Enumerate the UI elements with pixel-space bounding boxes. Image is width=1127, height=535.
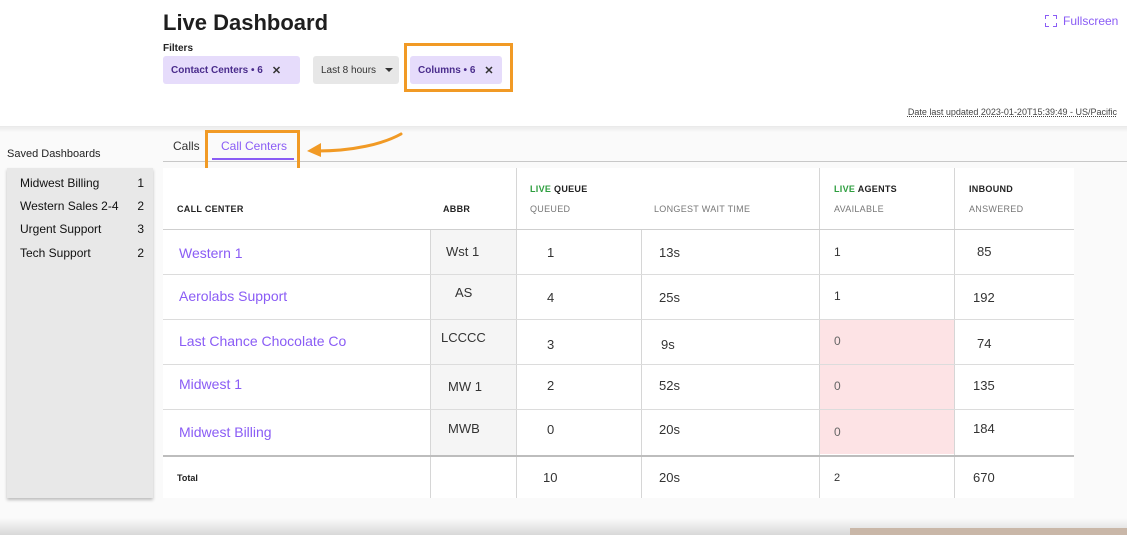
row-divider <box>163 364 1074 365</box>
queued-cell: 4 <box>547 290 555 305</box>
agents-group-label: AGENTS <box>857 184 897 194</box>
call-center-link[interactable]: Aerolabs Support <box>179 288 287 304</box>
call-center-link[interactable]: Midwest 1 <box>179 376 242 392</box>
total-label: Total <box>177 473 198 483</box>
fullscreen-label: Fullscreen <box>1063 14 1119 28</box>
queued-cell: 1 <box>547 245 555 260</box>
sidebar-item-urgent-support[interactable]: Urgent Support 3 <box>20 222 144 236</box>
caret-down-icon <box>385 68 394 72</box>
live-label: LIVE <box>530 184 552 194</box>
saved-dashboards-panel: Midwest Billing 1 Western Sales 2-4 2 Ur… <box>7 168 153 498</box>
fullscreen-button[interactable]: Fullscreen <box>1045 14 1118 28</box>
header-live-agents: LIVE AGENTS <box>834 184 897 194</box>
answered-cell: 85 <box>977 244 992 259</box>
time-range-dropdown[interactable]: Last 8 hours <box>313 56 399 84</box>
answered-cell: 135 <box>973 378 995 393</box>
available-cell: 1 <box>834 245 841 259</box>
total-wait: 20s <box>659 470 680 485</box>
header-shadow <box>0 126 1127 132</box>
row-divider <box>163 274 1074 275</box>
available-cell-warning: 0 <box>834 334 841 348</box>
call-center-link[interactable]: Last Chance Chocolate Co <box>179 333 346 349</box>
tabs-divider <box>163 161 1127 162</box>
queued-cell: 2 <box>547 378 555 393</box>
bottom-edge <box>850 528 1127 535</box>
sidebar-item-label: Midwest Billing <box>20 176 100 190</box>
page-title: Live Dashboard <box>163 10 329 35</box>
last-updated-text: Date last updated 2023-01-20T15:39:49 - … <box>907 107 1117 117</box>
total-answered: 670 <box>973 470 995 485</box>
queued-cell: 0 <box>547 422 555 437</box>
wait-cell: 9s <box>661 337 675 352</box>
row-divider <box>163 319 1074 320</box>
column-divider <box>516 168 517 498</box>
sidebar-item-label: Western Sales 2-4 <box>20 199 119 213</box>
header-inbound: INBOUND <box>969 184 1014 194</box>
row-divider <box>163 229 1074 230</box>
wait-cell: 25s <box>659 290 680 305</box>
sidebar-item-count: 3 <box>137 222 144 236</box>
queued-cell: 3 <box>547 337 555 352</box>
available-cell-warning: 0 <box>834 425 841 439</box>
header: Live Dashboard Filters Contact Centers •… <box>0 0 1127 128</box>
call-center-link[interactable]: Western 1 <box>179 245 243 261</box>
wait-cell: 52s <box>659 378 680 393</box>
header-queued[interactable]: QUEUED <box>530 204 570 214</box>
header-abbr[interactable]: ABBR <box>443 204 470 214</box>
contact-centers-filter-chip[interactable]: Contact Centers • 6 ✕ <box>163 56 300 84</box>
row-divider <box>163 409 1074 410</box>
wait-cell: 20s <box>659 422 680 437</box>
header-call-center[interactable]: CALL CENTER <box>177 204 244 214</box>
columns-highlight-box <box>404 43 513 92</box>
abbr-cell: AS <box>455 285 473 300</box>
available-cell: 1 <box>834 289 841 303</box>
wait-cell: 13s <box>659 245 680 260</box>
tab-calls[interactable]: Calls <box>173 139 200 153</box>
column-divider <box>819 168 820 498</box>
pointer-arrow <box>307 132 403 157</box>
total-available: 2 <box>834 472 841 484</box>
close-icon[interactable]: ✕ <box>272 64 281 77</box>
abbr-cell: LCCCC <box>441 330 486 345</box>
total-divider <box>163 455 1074 457</box>
page: Live Dashboard Filters Contact Centers •… <box>0 0 1127 535</box>
available-cell-warning: 0 <box>834 379 841 393</box>
sidebar-item-label: Urgent Support <box>20 222 102 236</box>
time-range-label: Last 8 hours <box>321 64 377 76</box>
column-divider <box>954 168 955 498</box>
answered-cell: 192 <box>973 290 995 305</box>
fullscreen-icon <box>1045 15 1057 27</box>
answered-cell: 74 <box>977 336 992 351</box>
header-longest-wait[interactable]: LONGEST WAIT TIME <box>654 204 750 214</box>
call-centers-table: CALL CENTER ABBR LIVE QUEUE QUEUED LONGE… <box>163 168 1074 498</box>
sidebar-item-western-sales[interactable]: Western Sales 2-4 2 <box>20 199 144 213</box>
sidebar-item-label: Tech Support <box>20 246 91 260</box>
live-label: LIVE <box>834 184 856 194</box>
header-answered[interactable]: ANSWERED <box>969 204 1023 214</box>
abbr-cell: Wst 1 <box>446 244 480 259</box>
header-available[interactable]: AVAILABLE <box>834 204 884 214</box>
abbr-cell: MWB <box>448 421 480 436</box>
abbr-cell: MW 1 <box>448 379 482 394</box>
filters-label: Filters <box>163 43 194 54</box>
answered-cell: 184 <box>973 421 995 436</box>
saved-dashboards-title: Saved Dashboards <box>7 148 101 160</box>
total-queued: 10 <box>543 470 558 485</box>
sidebar-item-count: 1 <box>137 176 144 190</box>
call-centers-highlight-box <box>205 130 300 172</box>
sidebar-item-count: 2 <box>137 246 144 260</box>
sidebar-item-midwest-billing[interactable]: Midwest Billing 1 <box>20 176 144 190</box>
sidebar-item-tech-support[interactable]: Tech Support 2 <box>20 246 144 260</box>
sidebar-item-count: 2 <box>137 199 144 213</box>
call-center-link[interactable]: Midwest Billing <box>179 424 272 440</box>
header-live-queue: LIVE QUEUE <box>530 184 588 194</box>
contact-centers-filter-label: Contact Centers • 6 <box>171 64 263 76</box>
queue-group-label: QUEUE <box>554 184 588 194</box>
